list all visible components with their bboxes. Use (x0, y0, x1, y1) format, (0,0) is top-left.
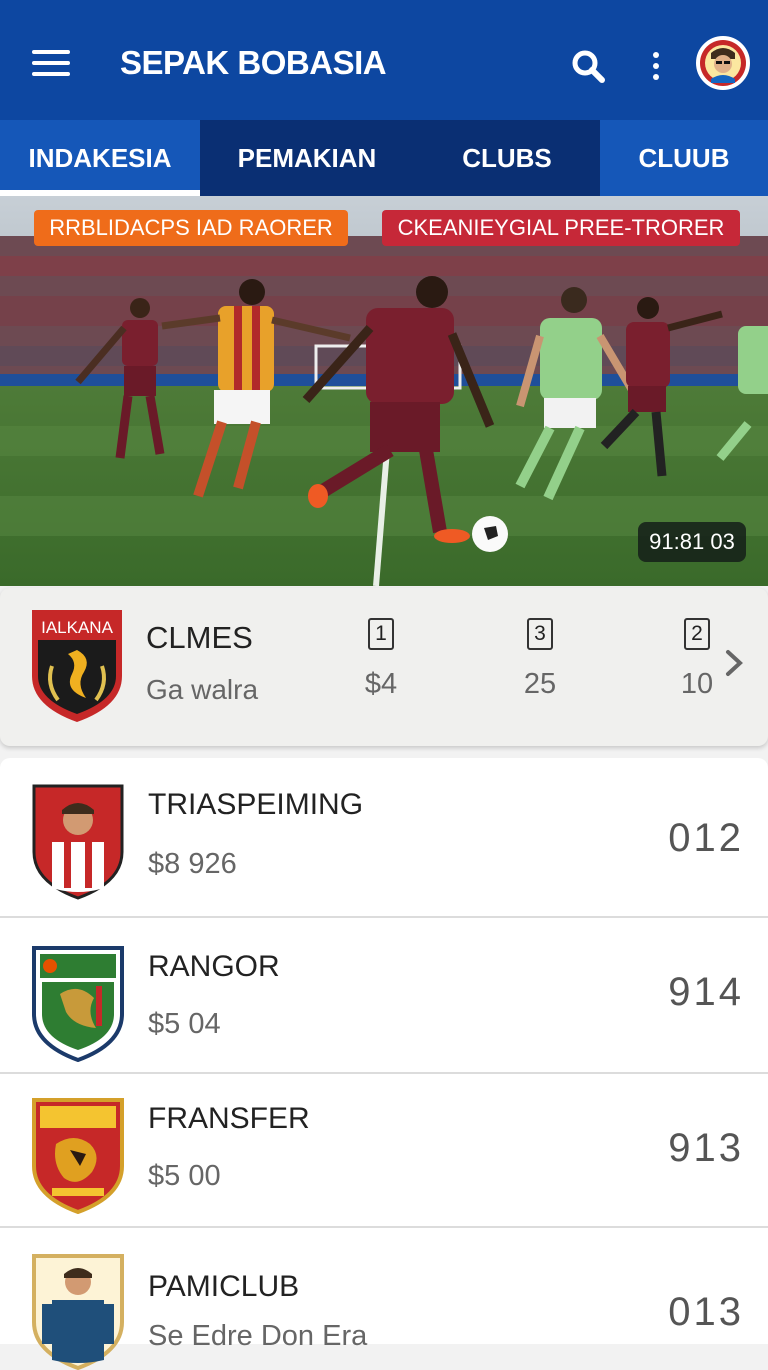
tab-indakesia[interactable]: INDAKESIA (0, 120, 200, 196)
stat-value: 10 (680, 668, 714, 700)
club-price: $5 00 (148, 1160, 221, 1192)
club-crest-icon (32, 784, 124, 900)
club-name: RANGOR (148, 950, 280, 983)
app-bar: SEPAK BOBASIA (0, 0, 768, 120)
tab-clubs[interactable]: CLUBS (414, 120, 600, 196)
svg-text:IALKANA: IALKANA (41, 618, 113, 637)
match-timer: 91:81 03 (638, 522, 746, 562)
list-item[interactable]: FRANSFER $5 00 913 (0, 1074, 768, 1228)
club-crest-icon (32, 1254, 124, 1370)
club-number: 013 (668, 1290, 744, 1334)
list-item[interactable]: TRIASPEIMING $8 926 012 (0, 758, 768, 918)
stat-3: 2 10 (667, 618, 727, 701)
tab-bar: INDAKESIA PEMAKIAN CLUBS CLUUB (0, 120, 768, 196)
club-number: 913 (668, 1126, 744, 1170)
club-name: TRIASPEIMING (148, 788, 364, 821)
club-crest-icon (32, 1098, 124, 1214)
promo-banner-right[interactable]: CKEANIEYGIAL PREE-TRORER (382, 210, 740, 246)
club-name: PAMICLUB (148, 1270, 300, 1303)
list-item[interactable]: PAMICLUB Se Edre Don Era 013 (0, 1228, 768, 1370)
club-price: $8 926 (148, 848, 237, 880)
search-icon[interactable] (570, 48, 606, 84)
app-title: SEPAK BOBASIA (120, 44, 387, 81)
promo-banner-left[interactable]: RRBLIDACPS IAD RAORER (34, 210, 348, 246)
more-vert-icon[interactable] (646, 48, 666, 84)
summary-subtitle: Ga walra (146, 674, 259, 705)
stat-badge: 1 (368, 618, 394, 650)
menu-icon[interactable] (32, 50, 70, 80)
summary-title: CLMES (146, 620, 253, 655)
tab-cluub[interactable]: CLUUB (600, 120, 768, 196)
club-crest-icon: IALKANA (32, 610, 122, 722)
club-name: FRANSFER (148, 1102, 310, 1135)
tab-pemakian[interactable]: PEMAKIAN (200, 120, 414, 196)
club-list: TRIASPEIMING $8 926 012 RANGOR $5 04 914… (0, 758, 768, 1370)
avatar[interactable] (696, 36, 750, 90)
club-price: Se Edre Don Era (148, 1320, 368, 1352)
club-summary-card[interactable]: IALKANA CLMES Ga walra 1 $4 3 25 2 10 (0, 588, 768, 746)
club-crest-icon (32, 946, 124, 1062)
stat-2: 3 25 (510, 618, 570, 701)
stat-value: 25 (523, 668, 557, 700)
stat-badge: 3 (527, 618, 553, 650)
chevron-right-icon[interactable] (722, 646, 746, 680)
club-price: $5 04 (148, 1008, 221, 1040)
list-item[interactable]: RANGOR $5 04 914 (0, 918, 768, 1074)
avatar-icon (700, 40, 746, 86)
club-number: 914 (668, 970, 744, 1014)
stat-1: 1 $4 (351, 618, 411, 701)
club-number: 012 (668, 816, 744, 860)
stat-value: $4 (364, 668, 398, 700)
hero-match-image[interactable]: RRBLIDACPS IAD RAORER CKEANIEYGIAL PREE-… (0, 196, 768, 586)
stat-badge: 2 (684, 618, 710, 650)
